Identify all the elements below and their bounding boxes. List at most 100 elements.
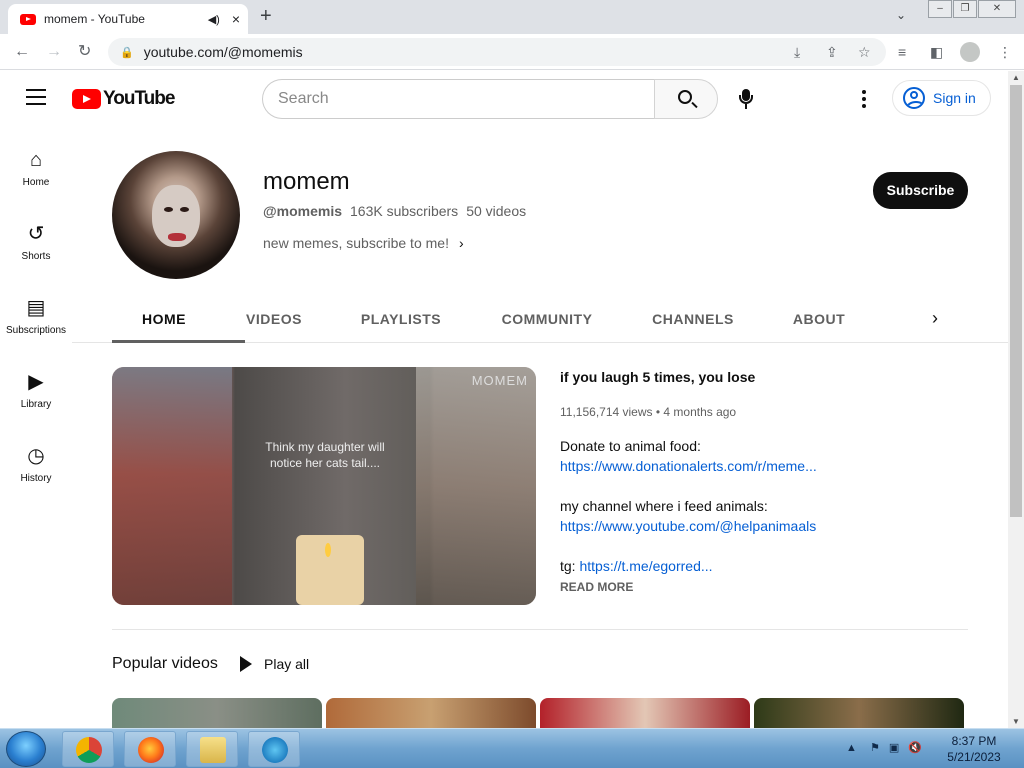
tab-title: momem - YouTube xyxy=(44,12,145,26)
sidebar-item-label: Subscriptions xyxy=(5,325,67,336)
scrollbar-thumb[interactable] xyxy=(1010,85,1022,517)
play-icon xyxy=(240,656,252,672)
system-clock[interactable]: 8:37 PM 5/21/2023 xyxy=(932,733,1016,765)
featured-video-meta: 11,156,714 views • 4 months ago xyxy=(560,405,737,419)
chevron-right-icon[interactable]: › xyxy=(932,308,938,329)
telegram-line: tg: https://t.me/egorred... xyxy=(560,558,713,574)
lock-icon[interactable]: 🔒 xyxy=(120,46,134,59)
chrome-icon xyxy=(76,737,102,763)
popular-video-thumbnail[interactable] xyxy=(754,698,964,730)
voice-search-mic-icon[interactable] xyxy=(738,89,754,111)
donation-link[interactable]: https://www.donationalerts.com/r/meme... xyxy=(560,458,817,474)
close-tab-icon[interactable]: × xyxy=(232,11,240,27)
caption-line: Think my daughter will xyxy=(265,440,385,454)
tab-playlists[interactable]: PLAYLISTS xyxy=(348,311,454,327)
tab-videos[interactable]: VIDEOS xyxy=(234,311,314,327)
donation-link-row: https://www.donationalerts.com/r/meme... xyxy=(560,458,817,474)
sidebar-item-subscriptions[interactable]: ▤ Subscriptions xyxy=(0,297,72,336)
channel-name: momem xyxy=(263,168,350,195)
popular-video-thumbnail[interactable] xyxy=(326,698,536,730)
sidebar-item-label: Home xyxy=(22,177,50,188)
subscriber-count: 163K subscribers xyxy=(350,203,459,219)
play-all-button[interactable]: Play all xyxy=(240,656,309,672)
featured-video-player[interactable]: MOMEM Think my daughter will notice her … xyxy=(112,367,536,605)
side-panel-icon[interactable]: ◧ xyxy=(930,43,943,61)
help-animals-channel-link[interactable]: https://www.youtube.com/@helpanimaals xyxy=(560,518,816,534)
bookmark-star-icon[interactable]: ☆ xyxy=(858,43,871,61)
sidebar-item-library[interactable]: ▶ Library xyxy=(0,371,72,410)
popular-video-thumbnail[interactable] xyxy=(112,698,322,730)
clock-time: 8:37 PM xyxy=(951,734,997,748)
scroll-down-arrow-icon[interactable]: ▼ xyxy=(1012,717,1020,726)
scroll-up-arrow-icon[interactable]: ▲ xyxy=(1012,73,1020,82)
mouse-cursor-icon xyxy=(74,190,88,208)
start-button[interactable] xyxy=(6,731,46,767)
sign-in-label: Sign in xyxy=(933,90,976,106)
channel-link-row: https://www.youtube.com/@helpanimaals xyxy=(560,518,816,534)
read-more-button[interactable]: READ MORE xyxy=(560,580,633,594)
taskbar-chrome-button[interactable] xyxy=(62,731,114,767)
sidebar-item-history[interactable]: ◷ History xyxy=(0,445,72,484)
channel-description[interactable]: new memes, subscribe to me! › xyxy=(263,235,464,251)
search-input[interactable]: Search xyxy=(262,79,654,119)
show-hidden-icons-icon[interactable]: ▲ xyxy=(846,742,857,754)
share-icon[interactable]: ⇪ xyxy=(826,43,838,61)
browser-tab[interactable]: momem - YouTube ◀) × xyxy=(8,4,248,34)
restore-window-button[interactable]: ❐ xyxy=(953,0,977,18)
folder-icon xyxy=(200,737,226,763)
channel-tabs: HOME VIDEOS PLAYLISTS COMMUNITY CHANNELS… xyxy=(112,300,970,343)
play-all-label: Play all xyxy=(264,656,310,672)
tab-community[interactable]: COMMUNITY xyxy=(490,311,604,327)
close-window-button[interactable]: ✕ xyxy=(978,0,1016,18)
browser-tab-strip: momem - YouTube ◀) × + ⌄ – ❐ ✕ xyxy=(0,0,1024,34)
forward-arrow-icon[interactable]: → xyxy=(46,43,62,61)
address-bar[interactable]: 🔒 youtube.com/@momemis xyxy=(108,38,886,66)
action-center-flag-icon[interactable]: ⚑ xyxy=(870,742,880,754)
taskbar-app-button[interactable] xyxy=(248,731,300,767)
channel-avatar[interactable] xyxy=(112,151,240,279)
sidebar-item-home[interactable]: ⌂ Home xyxy=(0,149,72,188)
url-text: youtube.com/@momemis xyxy=(143,44,303,60)
tab-search-dropdown-icon[interactable]: ⌄ xyxy=(896,8,906,22)
shorts-icon: ↺ xyxy=(27,223,45,245)
reload-icon[interactable]: ↻ xyxy=(78,43,91,61)
youtube-favicon-icon xyxy=(20,13,36,25)
video-watermark: MOMEM xyxy=(471,373,528,388)
youtube-header: YouTube Search Sign in xyxy=(0,71,1008,127)
tab-channels[interactable]: CHANNELS xyxy=(642,311,744,327)
home-icon: ⌂ xyxy=(29,149,43,171)
subscriptions-icon: ▤ xyxy=(26,297,46,319)
page-scrollbar[interactable]: ▲ ▼ xyxy=(1008,71,1024,728)
new-tab-button[interactable]: + xyxy=(260,6,272,26)
subscribe-button[interactable]: Subscribe xyxy=(873,172,968,209)
flame-image xyxy=(325,543,331,557)
sign-in-button[interactable]: Sign in xyxy=(892,80,991,116)
youtube-play-logo-icon xyxy=(72,89,101,109)
hamburger-menu-icon[interactable] xyxy=(26,89,46,105)
profile-avatar-icon[interactable] xyxy=(960,42,980,62)
minimize-window-button[interactable]: – xyxy=(928,0,952,18)
back-arrow-icon[interactable]: ← xyxy=(14,43,30,61)
settings-more-icon[interactable] xyxy=(862,90,866,111)
taskbar-firefox-button[interactable] xyxy=(124,731,176,767)
youtube-logo[interactable]: YouTube xyxy=(72,88,175,110)
search-button[interactable] xyxy=(654,79,718,119)
install-app-icon[interactable]: ⤓ xyxy=(794,43,800,61)
sidebar-item-label: Shorts xyxy=(21,251,51,262)
popular-video-thumbnail[interactable] xyxy=(540,698,750,730)
telegram-link[interactable]: https://t.me/egorred... xyxy=(579,558,712,574)
tab-about[interactable]: ABOUT xyxy=(782,311,856,327)
browser-toolbar: ← → ↻ 🔒 youtube.com/@momemis ⤓ ⇪ ☆ ≡ ◧ ⋮ xyxy=(0,34,1024,70)
taskbar-explorer-button[interactable] xyxy=(186,731,238,767)
volume-muted-icon[interactable]: 🔇 xyxy=(908,742,922,754)
network-icon[interactable]: ▣ xyxy=(889,742,899,754)
channel-meta: @momemis 163K subscribers 50 videos xyxy=(263,203,534,219)
description-line: my channel where i feed animals: xyxy=(560,498,768,514)
tab-home[interactable]: HOME xyxy=(112,311,216,327)
speaker-icon[interactable]: ◀) xyxy=(208,13,220,26)
sidebar-item-shorts[interactable]: ↺ Shorts xyxy=(0,223,72,262)
browser-menu-icon[interactable]: ⋮ xyxy=(998,43,1012,61)
featured-video-title[interactable]: if you laugh 5 times, you lose xyxy=(560,369,755,385)
media-controls-icon[interactable]: ≡ xyxy=(898,43,906,61)
dolphin-icon xyxy=(262,737,288,763)
